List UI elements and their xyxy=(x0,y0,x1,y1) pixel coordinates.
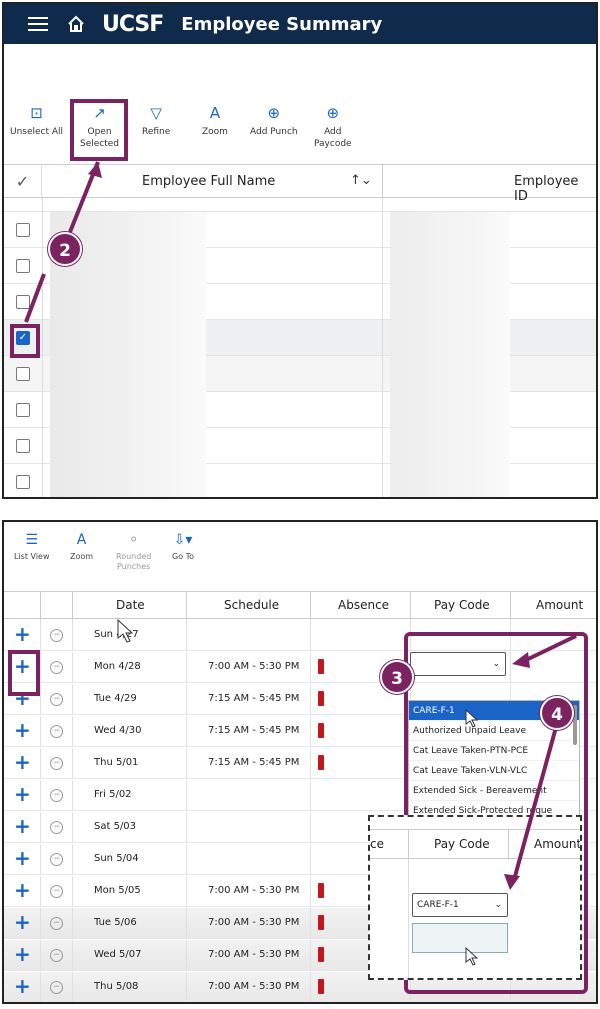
annotation-arrows-icon xyxy=(117,618,577,966)
step-badge-4: 4 xyxy=(540,696,574,730)
step-badge-3: 3 xyxy=(380,660,414,694)
